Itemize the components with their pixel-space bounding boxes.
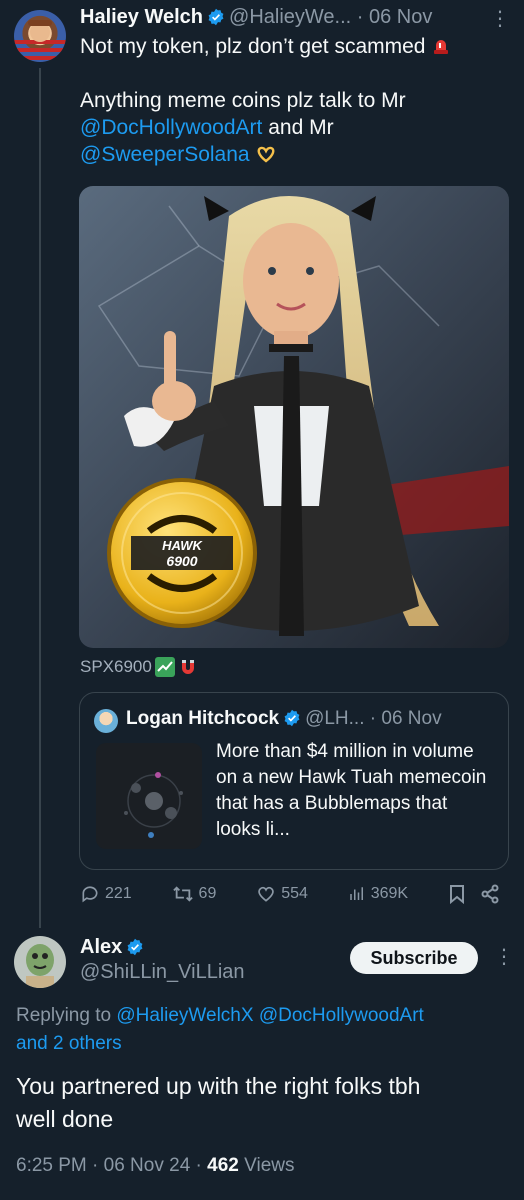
heart-hands-icon [255, 143, 277, 163]
handle-time: @HalieyWe... · 06 Nov [229, 6, 433, 28]
more-icon[interactable]: ⋮ [494, 944, 514, 969]
quote-header: Logan Hitchcock @LH... · 06 Nov [126, 708, 442, 730]
tweet-header: Haliey Welch @HalieyWe... · 06 Nov [80, 4, 432, 30]
quote-author-avatar [94, 709, 118, 733]
quoted-tweet[interactable]: Logan Hitchcock @LH... · 06 Nov More than… [79, 692, 509, 870]
views-count: 369K [370, 885, 409, 902]
author-avatar[interactable] [14, 10, 66, 62]
more-icon[interactable]: ⋮ [490, 6, 510, 31]
quote-author-name: Logan Hitchcock [126, 708, 280, 729]
retweet-count: 69 [198, 885, 217, 902]
replying-prefix: Replying to [16, 1005, 112, 1026]
coin-text-bottom: 6900 [166, 553, 197, 569]
replying-mentions[interactable]: @HalieyWelchX @DocHollywoodArt [116, 1005, 424, 1026]
reply-views-label: Views [244, 1155, 295, 1176]
reply-timestamp: 6:25 PM · 06 Nov 24 · [16, 1155, 202, 1176]
retweet-icon [172, 886, 193, 902]
like-button[interactable]: 554 [256, 884, 308, 904]
caption-text: SPX6900 [80, 657, 152, 676]
hawk-coin-logo: HAWK 6900 [107, 478, 257, 628]
subscribe-button[interactable]: Subscribe [350, 942, 478, 974]
action-extra [448, 884, 500, 904]
magnet-icon [178, 657, 198, 677]
tweet-line-2: Anything meme coins plz talk to Mr [80, 89, 406, 112]
media-caption: SPX6900 [80, 657, 198, 677]
mention-sweepersolana[interactable]: @SweeperSolana [80, 143, 250, 166]
reply-text-line-2: well done [16, 1106, 114, 1132]
reply-count: 221 [105, 885, 132, 902]
verified-icon [207, 7, 225, 26]
tweet-media[interactable]: HAWK 6900 [79, 186, 509, 648]
quote-media [96, 743, 202, 849]
coin-text-top: HAWK [162, 538, 203, 553]
views-icon [349, 887, 363, 900]
reply-author-name[interactable]: Alex [80, 936, 122, 958]
reply-header: Alex [80, 934, 148, 960]
reply-icon [82, 886, 98, 903]
reply-meta: 6:25 PM · 06 Nov 24 · 462 Views [16, 1155, 294, 1177]
siren-icon [431, 36, 451, 56]
verified-icon [126, 937, 144, 956]
bookmark-icon[interactable] [448, 884, 466, 904]
thread-line [39, 68, 41, 928]
like-count: 554 [281, 885, 308, 902]
mention-dochollywoodart[interactable]: @DocHollywoodArt [80, 116, 262, 139]
quote-text: More than $4 million in volume on a new … [216, 741, 487, 840]
reply-author-avatar[interactable] [14, 936, 66, 988]
retweet-button[interactable]: 69 [172, 884, 217, 904]
reply-text-line-1: You partnered up with the right folks tb… [16, 1073, 421, 1099]
verified-icon [283, 709, 301, 727]
reply-handle: @ShiLLin_ViLLian [80, 961, 245, 983]
and-mr-text: and Mr [262, 116, 334, 139]
reply-views-count: 462 [207, 1155, 239, 1176]
action-bar: 221 69 554 369K [80, 884, 500, 904]
views-button[interactable]: 369K [348, 885, 408, 903]
share-icon[interactable] [480, 884, 500, 904]
heart-icon [258, 886, 274, 902]
replying-to: Replying to @HalieyWelchX @DocHollywoodA… [16, 1002, 516, 1058]
author-name[interactable]: Haliey Welch [80, 6, 203, 28]
tweet-line-1: Not my token, plz don’t get scammed [80, 35, 426, 58]
replying-others[interactable]: and 2 others [16, 1033, 122, 1054]
reply-text: You partnered up with the right folks tb… [16, 1070, 516, 1136]
chart-icon [154, 657, 175, 677]
reply-button[interactable]: 221 [80, 884, 132, 904]
tweet-text: Not my token, plz don’t get scammed Anyt… [80, 33, 500, 168]
quote-handle-time: @LH... · 06 Nov [305, 708, 442, 729]
